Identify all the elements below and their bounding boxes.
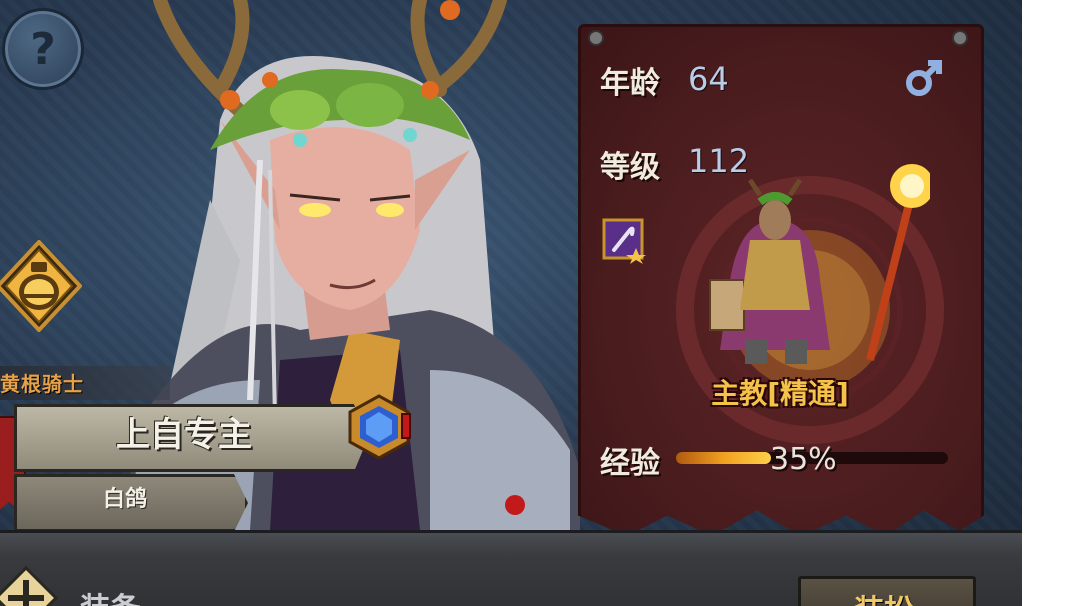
game-screen: ? 黄根骑士 上自专主 白鸽 年龄 64 等级 112 主教[精通] 经验 35… [0, 0, 1022, 606]
male-symbol-icon [906, 60, 942, 96]
exp-progress-fill [676, 452, 772, 464]
rivet [588, 30, 604, 46]
character-title: 黄根骑士 [0, 372, 84, 396]
equipment-section-label: 装备 [80, 584, 140, 606]
level-label: 等级 [600, 150, 660, 185]
exp-label: 经验 [600, 446, 660, 481]
exp-percent: 35% [770, 442, 837, 477]
gem-ornament-icon [348, 394, 411, 460]
character-name[interactable]: 上自专主 [14, 404, 354, 466]
age-value: 64 [688, 60, 729, 98]
question-mark-icon: ? [30, 23, 56, 75]
class-character-sprite [709, 164, 930, 364]
plus-icon[interactable] [0, 566, 58, 606]
class-name: 主教[精通] [711, 377, 849, 410]
dress-up-button-label: 装扮 [798, 586, 970, 606]
staff-skill-icon[interactable] [602, 218, 646, 264]
potion-icon[interactable] [0, 240, 82, 332]
age-label: 年龄 [600, 66, 660, 101]
help-button[interactable]: ? [2, 8, 84, 90]
character-subtitle: 白鸽 [102, 487, 147, 512]
rivet [952, 30, 968, 46]
